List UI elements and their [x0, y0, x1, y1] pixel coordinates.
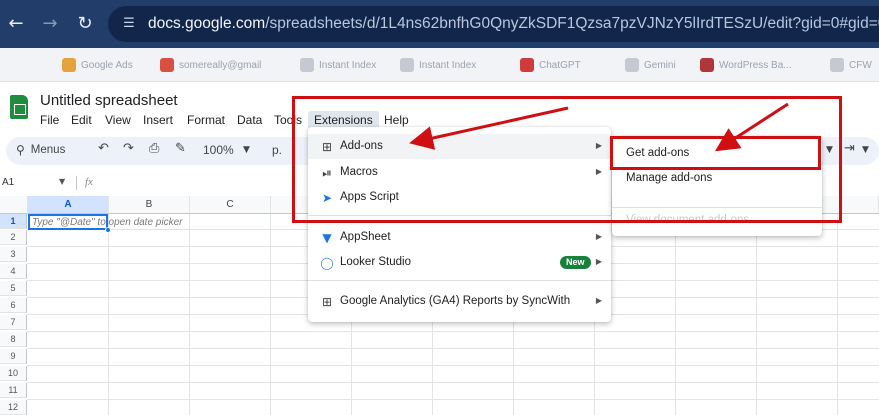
reload-icon[interactable]: ↻: [73, 12, 97, 36]
bookmark-item[interactable]: Instant Index: [400, 57, 476, 73]
column-header[interactable]: C: [190, 196, 271, 214]
row-header[interactable]: 9: [0, 349, 27, 364]
grid-line: [108, 214, 109, 415]
row-header[interactable]: 1: [0, 214, 27, 229]
formula-bar-divider: [76, 176, 77, 190]
bookmark-item[interactable]: CFW: [830, 57, 872, 73]
bookmark-item[interactable]: Google Ads: [62, 57, 133, 73]
search-icon: ⚲: [16, 143, 25, 157]
chevron-down-icon[interactable]: ▼: [59, 177, 65, 186]
chevron-right-icon: ▶: [595, 257, 602, 266]
redo-icon[interactable]: ↷: [123, 141, 134, 156]
document-title[interactable]: Untitled spreadsheet: [40, 92, 178, 109]
grid-line: [27, 399, 879, 400]
ga4-addon-icon: ⊞: [321, 295, 333, 309]
name-box[interactable]: A1: [2, 177, 14, 188]
bookmark-favicon-icon: [160, 58, 174, 72]
grid-line: [27, 365, 879, 366]
row-header[interactable]: 8: [0, 332, 27, 347]
new-badge: New: [560, 256, 591, 269]
site-settings-icon[interactable]: ☰: [120, 15, 138, 33]
sheets-logo-icon[interactable]: [10, 95, 28, 119]
forward-arrow-icon[interactable]: →: [38, 12, 62, 36]
fx-icon: fx: [85, 176, 93, 188]
menu-view[interactable]: View: [105, 113, 131, 127]
menu-divider: [308, 280, 611, 281]
row-header[interactable]: 7: [0, 315, 27, 330]
bookmark-item[interactable]: Gemini: [625, 57, 676, 73]
bookmark-item[interactable]: WordPress Ba...: [700, 57, 792, 73]
menu-data[interactable]: Data: [237, 113, 262, 127]
looker-studio-icon: ◯: [320, 256, 334, 270]
url-path: /spreadsheets/d/1L4ns62bnfhG0QnyZkSDF1Qz…: [265, 15, 879, 32]
chevron-right-icon: ▶: [595, 232, 602, 241]
chevron-down-icon[interactable]: ▼: [243, 145, 250, 155]
bookmark-item[interactable]: somereally@gmail: [160, 57, 261, 73]
row-header[interactable]: 3: [0, 247, 27, 262]
zoom-select[interactable]: 100%: [203, 143, 234, 157]
bookmark-favicon-icon: [830, 58, 844, 72]
menu-item-appsheet[interactable]: ▼ AppSheet ▶: [308, 225, 611, 250]
annotation-get-add-ons-box: [610, 136, 821, 170]
bookmark-favicon-icon: [400, 58, 414, 72]
undo-icon[interactable]: ↶: [98, 141, 109, 156]
grid-line: [270, 214, 271, 415]
column-header[interactable]: B: [109, 196, 190, 214]
address-bar[interactable]: ☰ docs.google.com/spreadsheets/d/1L4ns62…: [108, 6, 879, 42]
grid-line: [27, 382, 879, 383]
browser-toolbar: ← → ↻ ☰ docs.google.com/spreadsheets/d/1…: [0, 0, 879, 48]
appsheet-icon: ▼: [322, 231, 332, 245]
grid-line: [675, 214, 676, 415]
bookmark-item[interactable]: Instant Index: [300, 57, 376, 73]
grid-line: [27, 348, 879, 349]
url-host: docs.google.com: [148, 15, 266, 32]
menu-item-ga4-reports[interactable]: ⊞ Google Analytics (GA4) Reports by Sync…: [308, 289, 611, 314]
menu-file[interactable]: File: [40, 113, 59, 127]
chevron-down-icon[interactable]: ▼: [862, 145, 869, 155]
row-header[interactable]: 4: [0, 264, 27, 279]
grid-line: [27, 331, 879, 332]
row-header[interactable]: 6: [0, 298, 27, 313]
grid-line: [756, 214, 757, 415]
grid-line: [189, 214, 190, 415]
row-header[interactable]: 10: [0, 366, 27, 381]
select-all-corner[interactable]: [0, 196, 28, 214]
bookmarks-bar: Google Ads somereally@gmail Instant Inde…: [0, 48, 879, 82]
row-header[interactable]: 2: [0, 230, 27, 245]
grid-line: [837, 214, 838, 415]
bookmark-favicon-icon: [300, 58, 314, 72]
menu-edit[interactable]: Edit: [71, 113, 92, 127]
menu-format[interactable]: Format: [187, 113, 225, 127]
print-icon[interactable]: ⎙: [149, 141, 159, 156]
row-header[interactable]: 5: [0, 281, 27, 296]
url-text[interactable]: docs.google.com/spreadsheets/d/1L4ns62bn…: [148, 15, 879, 33]
column-header[interactable]: A: [28, 196, 109, 214]
chevron-right-icon: ▶: [595, 296, 602, 305]
menus-search[interactable]: ⚲ Menus: [16, 143, 65, 157]
row-header[interactable]: 11: [0, 383, 27, 398]
menu-insert[interactable]: Insert: [143, 113, 173, 127]
row-header[interactable]: 12: [0, 400, 27, 415]
date-picker-hint: Type "@Date" to open date picker: [32, 217, 183, 228]
bookmark-item[interactable]: ChatGPT: [520, 57, 581, 73]
text-rotation-icon[interactable]: ⇥: [844, 141, 855, 156]
screenshot-root: ← → ↻ ☰ docs.google.com/spreadsheets/d/1…: [0, 0, 879, 415]
back-arrow-icon[interactable]: ←: [4, 12, 28, 36]
bookmark-favicon-icon: [520, 58, 534, 72]
bookmark-favicon-icon: [62, 58, 76, 72]
bookmark-favicon-icon: [700, 58, 714, 72]
format-hint[interactable]: p.: [272, 143, 282, 157]
bookmark-favicon-icon: [625, 58, 639, 72]
menu-item-looker-studio[interactable]: ◯ Looker Studio New ▶: [308, 250, 611, 275]
paint-format-icon[interactable]: ✎: [175, 141, 186, 156]
